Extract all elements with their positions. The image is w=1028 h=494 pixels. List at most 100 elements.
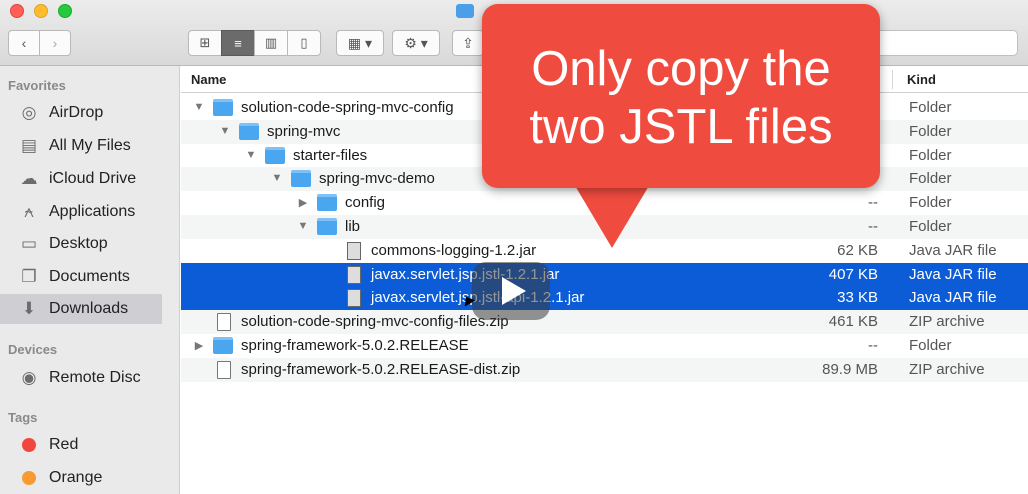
file-row[interactable]: solution-code-spring-mvc-config-files.zi… <box>181 310 1028 335</box>
sidebar-item-desktop[interactable]: ▭ Desktop <box>0 229 162 259</box>
devices-heading: Devices <box>8 342 58 357</box>
sidebar-item-airdrop[interactable]: ◎ AirDrop <box>0 98 162 128</box>
callout-line-1: Only copy the <box>531 42 831 96</box>
sidebar-item-label: Applications <box>49 203 136 220</box>
file-name: solution-code-spring-mvc-config <box>241 99 454 116</box>
all-files-icon: ▤ <box>20 136 38 155</box>
kind-column-header[interactable]: Kind <box>907 72 936 87</box>
sidebar-item-tag-orange[interactable]: Orange <box>0 463 162 493</box>
folder-icon <box>239 122 259 140</box>
sidebar-item-icloud-drive[interactable]: ☁ iCloud Drive <box>0 164 162 194</box>
callout-tail <box>612 184 650 248</box>
disclosure-expanded-icon[interactable]: ▼ <box>219 125 231 137</box>
file-size: 89.9 MB <box>822 360 878 378</box>
minimize-window-button[interactable] <box>34 4 48 18</box>
disclosure-expanded-icon[interactable]: ▼ <box>193 101 205 113</box>
file-name: solution-code-spring-mvc-config-files.zi… <box>241 313 509 331</box>
callout-tail <box>574 184 612 248</box>
orange-tag-dot-icon <box>22 471 36 485</box>
name-column-header[interactable]: Name <box>191 72 226 87</box>
file-kind: ZIP archive <box>909 360 985 378</box>
favorites-heading: Favorites <box>8 78 66 93</box>
file-size: -- <box>868 337 878 354</box>
instruction-callout: Only copy the two JSTL files <box>482 4 880 188</box>
file-size: 407 KB <box>828 265 878 283</box>
file-size: -- <box>868 218 878 235</box>
sidebar-item-remote-disc[interactable]: ◉ Remote Disc <box>0 363 162 393</box>
file-name: lib <box>345 218 361 235</box>
disc-icon: ◉ <box>21 368 37 387</box>
disclosure-expanded-icon[interactable]: ▼ <box>297 220 309 232</box>
sidebar-item-all-my-files[interactable]: ▤ All My Files <box>0 131 162 161</box>
action-menu-button[interactable]: ⚙ ▾ <box>392 30 440 56</box>
file-kind: Folder <box>909 218 952 235</box>
share-button[interactable]: ⇪ <box>452 30 484 56</box>
tags-heading: Tags <box>8 410 38 425</box>
file-kind: Java JAR file <box>909 241 997 259</box>
jar-file-icon <box>347 265 361 284</box>
file-name: commons-logging-1.2.jar <box>371 241 537 259</box>
sidebar-item-label: AirDrop <box>49 104 104 121</box>
downloads-icon: ⬇ <box>21 299 37 318</box>
file-kind: Java JAR file <box>909 265 997 283</box>
file-size: 461 KB <box>828 313 878 331</box>
jar-file-icon <box>347 241 361 260</box>
close-window-button[interactable] <box>10 4 24 18</box>
play-button[interactable] <box>472 262 550 320</box>
disclosure-collapsed-icon[interactable]: ▶ <box>297 196 309 209</box>
folder-icon <box>213 337 233 354</box>
forward-button[interactable]: › <box>39 30 71 56</box>
folder-icon <box>317 194 337 212</box>
arrange-menu-button[interactable]: ▦ ▾ <box>336 30 384 56</box>
file-name: spring-framework-5.0.2.RELEASE <box>241 337 469 354</box>
sidebar-item-label: Red <box>49 436 79 453</box>
callout-line-2: two JSTL files <box>529 100 833 154</box>
back-button[interactable]: ‹ <box>8 30 40 56</box>
icon-view-button[interactable]: ⊞ <box>188 30 222 56</box>
column-divider <box>892 70 893 89</box>
file-kind: ZIP archive <box>909 313 985 331</box>
airdrop-icon: ◎ <box>21 103 37 122</box>
folder-icon <box>291 170 311 188</box>
sidebar-item-label: iCloud Drive <box>49 170 137 187</box>
zoom-window-button[interactable] <box>58 4 72 18</box>
file-name: spring-mvc-demo <box>319 170 435 188</box>
disclosure-expanded-icon[interactable]: ▼ <box>271 172 283 184</box>
cover-flow-view-button[interactable]: ▯ <box>287 30 321 56</box>
file-kind: Folder <box>909 99 952 116</box>
column-view-button[interactable]: ▥ <box>254 30 288 56</box>
sidebar-item-label: Orange <box>49 469 103 486</box>
sidebar-item-label: Documents <box>49 268 130 285</box>
file-row[interactable]: javax.servlet.jsp.jstl-api-1.2.1.jar33 K… <box>181 286 1028 311</box>
sidebar-item-tag-red[interactable]: Red <box>0 430 162 460</box>
folder-icon <box>265 146 285 164</box>
search-input[interactable] <box>860 30 1018 56</box>
file-kind: Java JAR file <box>909 289 997 307</box>
file-kind: Folder <box>909 146 952 164</box>
sidebar-item-documents[interactable]: ❐ Documents <box>0 262 162 292</box>
zip-file-icon <box>217 360 231 379</box>
file-row[interactable]: spring-framework-5.0.2.RELEASE-dist.zip 8… <box>181 357 1028 382</box>
sidebar-item-applications[interactable]: ⍲ Applications <box>0 197 162 227</box>
sidebar-item-downloads[interactable]: ⬇ Downloads <box>0 294 162 324</box>
sidebar-item-label: All My Files <box>49 137 131 154</box>
file-kind: Folder <box>909 194 952 212</box>
file-name: spring-mvc <box>267 122 341 140</box>
file-kind: Folder <box>909 170 952 188</box>
folder-row[interactable]: ▶ spring-framework-5.0.2.RELEASE -- Folder <box>181 334 1028 358</box>
view-mode-control: ⊞ ≡ ▥ ▯ <box>188 30 321 56</box>
disclosure-expanded-icon[interactable]: ▼ <box>245 149 257 161</box>
play-icon <box>502 277 526 305</box>
file-name: spring-framework-5.0.2.RELEASE-dist.zip <box>241 360 521 378</box>
file-name: config <box>345 194 386 212</box>
desktop-icon: ▭ <box>20 234 38 253</box>
sidebar: Favorites ◎ AirDrop ▤ All My Files ☁ iCl… <box>0 66 180 494</box>
folder-icon <box>456 4 474 18</box>
folder-icon <box>213 99 233 116</box>
disclosure-collapsed-icon[interactable]: ▶ <box>193 339 205 352</box>
cloud-icon: ☁ <box>20 169 38 188</box>
folder-icon <box>317 218 337 235</box>
file-size: -- <box>868 194 878 212</box>
file-row[interactable]: javax.servlet.jsp.jstl-1.2.1.jar 407 KB Ja… <box>181 262 1028 287</box>
list-view-button[interactable]: ≡ <box>221 30 255 56</box>
